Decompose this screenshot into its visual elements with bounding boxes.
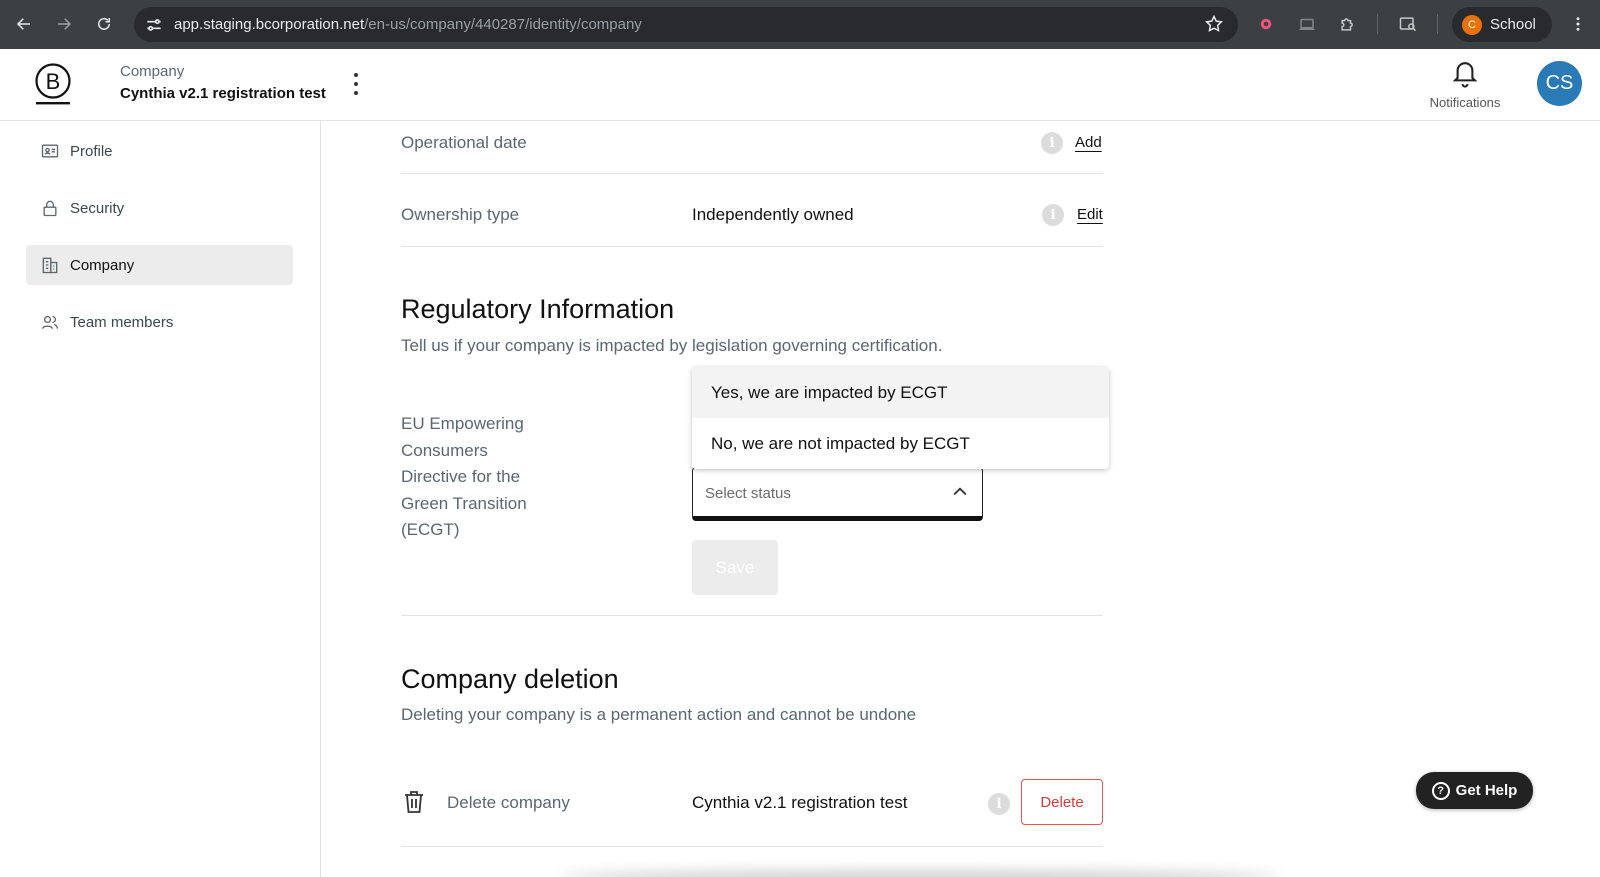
delete-company-label: Delete company: [447, 793, 570, 812]
profile-label: School: [1490, 16, 1536, 33]
delete-company-button[interactable]: Delete: [1021, 779, 1103, 825]
ownership-type-label: Ownership type: [401, 205, 520, 224]
operational-date-row: Operational date i Add: [401, 121, 1103, 174]
regulatory-information-heading: Regulatory Information: [401, 294, 675, 324]
bookmark-star-icon[interactable]: [1204, 14, 1224, 34]
site-settings-icon[interactable]: [144, 15, 164, 35]
cast-icon[interactable]: [1295, 12, 1319, 36]
ownership-type-row: Ownership type Independently owned i Edi…: [401, 174, 1103, 247]
sidebar-item-security[interactable]: Security: [26, 188, 293, 228]
extensions-puzzle-icon[interactable]: [1336, 12, 1360, 36]
company-menu-icon[interactable]: [346, 69, 366, 99]
chevron-up-icon: [953, 487, 967, 496]
info-icon[interactable]: i: [1042, 204, 1064, 226]
sidebar: Profile Security Company Team members: [0, 121, 321, 877]
select-placeholder: Select status: [705, 485, 791, 502]
get-help-label: Get Help: [1455, 782, 1518, 799]
regulatory-divider: [401, 560, 1103, 616]
edit-ownership-type-link[interactable]: Edit: [1077, 206, 1103, 223]
regulatory-information-subtitle: Tell us if your company is impacted by l…: [401, 336, 943, 355]
building-icon: [42, 257, 58, 274]
trash-icon: [405, 791, 423, 813]
ownership-type-value: Independently owned: [692, 205, 854, 224]
people-icon: [41, 315, 59, 329]
sidebar-item-label: Company: [70, 256, 135, 274]
info-icon[interactable]: i: [988, 793, 1010, 815]
sidebar-item-profile[interactable]: Profile: [26, 131, 293, 171]
browser-profile-chip[interactable]: C School: [1452, 7, 1552, 42]
get-help-button[interactable]: ? Get Help: [1416, 772, 1533, 809]
help-icon: ?: [1431, 781, 1450, 800]
operational-date-label: Operational date: [401, 133, 527, 152]
option-impacted[interactable]: Yes, we are impacted by ECGT: [692, 367, 1109, 418]
svg-text:B: B: [46, 69, 61, 94]
add-operational-date-link[interactable]: Add: [1075, 134, 1102, 151]
bell-icon: [1452, 62, 1478, 88]
delete-company-row: Delete company Cynthia v2.1 registration…: [401, 760, 1103, 847]
app-header: B Company Cynthia v2.1 registration test…: [0, 49, 1600, 121]
b-corp-logo[interactable]: B: [34, 62, 72, 106]
address-bar[interactable]: app.staging.bcorporation.net/en-us/compa…: [134, 7, 1238, 42]
info-icon[interactable]: i: [1041, 132, 1063, 154]
sidebar-item-label: Team members: [70, 313, 174, 331]
notifications-label: Notifications: [1429, 95, 1501, 110]
lock-icon: [43, 200, 57, 217]
browser-toolbar: app.staging.bcorporation.net/en-us/compa…: [0, 0, 1600, 49]
url-text: app.staging.bcorporation.net/en-us/compa…: [174, 16, 642, 33]
toolbar-divider: [1437, 14, 1438, 34]
sidebar-item-label: Security: [70, 199, 125, 217]
tab-search-icon[interactable]: [1396, 12, 1420, 36]
notifications-button[interactable]: Notifications: [1425, 57, 1505, 110]
chrome-menu-icon[interactable]: [1566, 12, 1590, 36]
sidebar-item-label: Profile: [70, 142, 113, 160]
company-deletion-heading: Company deletion: [401, 664, 619, 694]
bottom-shadow: [560, 870, 1280, 877]
profile-avatar: C: [1462, 14, 1482, 35]
sidebar-item-company[interactable]: Company: [26, 245, 293, 285]
reload-icon[interactable]: [92, 12, 116, 36]
ecgt-label: EU Empowering Consumers Directive for th…: [401, 414, 527, 539]
company-eyebrow: Company: [120, 63, 185, 80]
delete-company-value: Cynthia v2.1 registration test: [692, 793, 908, 812]
user-avatar[interactable]: CS: [1537, 61, 1582, 106]
ecgt-status-dropdown: Yes, we are impacted by ECGT No, we are …: [692, 367, 1109, 469]
sidebar-item-team-members[interactable]: Team members: [26, 302, 293, 342]
ecgt-status-select[interactable]: Select status: [692, 467, 983, 521]
back-icon[interactable]: [12, 12, 36, 36]
extension-icon[interactable]: [1254, 12, 1278, 36]
id-card-icon: [41, 144, 59, 158]
company-deletion-subtitle: Deleting your company is a permanent act…: [401, 705, 917, 724]
toolbar-divider: [1377, 14, 1378, 34]
option-not-impacted[interactable]: No, we are not impacted by ECGT: [692, 418, 1109, 469]
company-name: Cynthia v2.1 registration test: [120, 85, 326, 102]
forward-icon[interactable]: [52, 12, 76, 36]
